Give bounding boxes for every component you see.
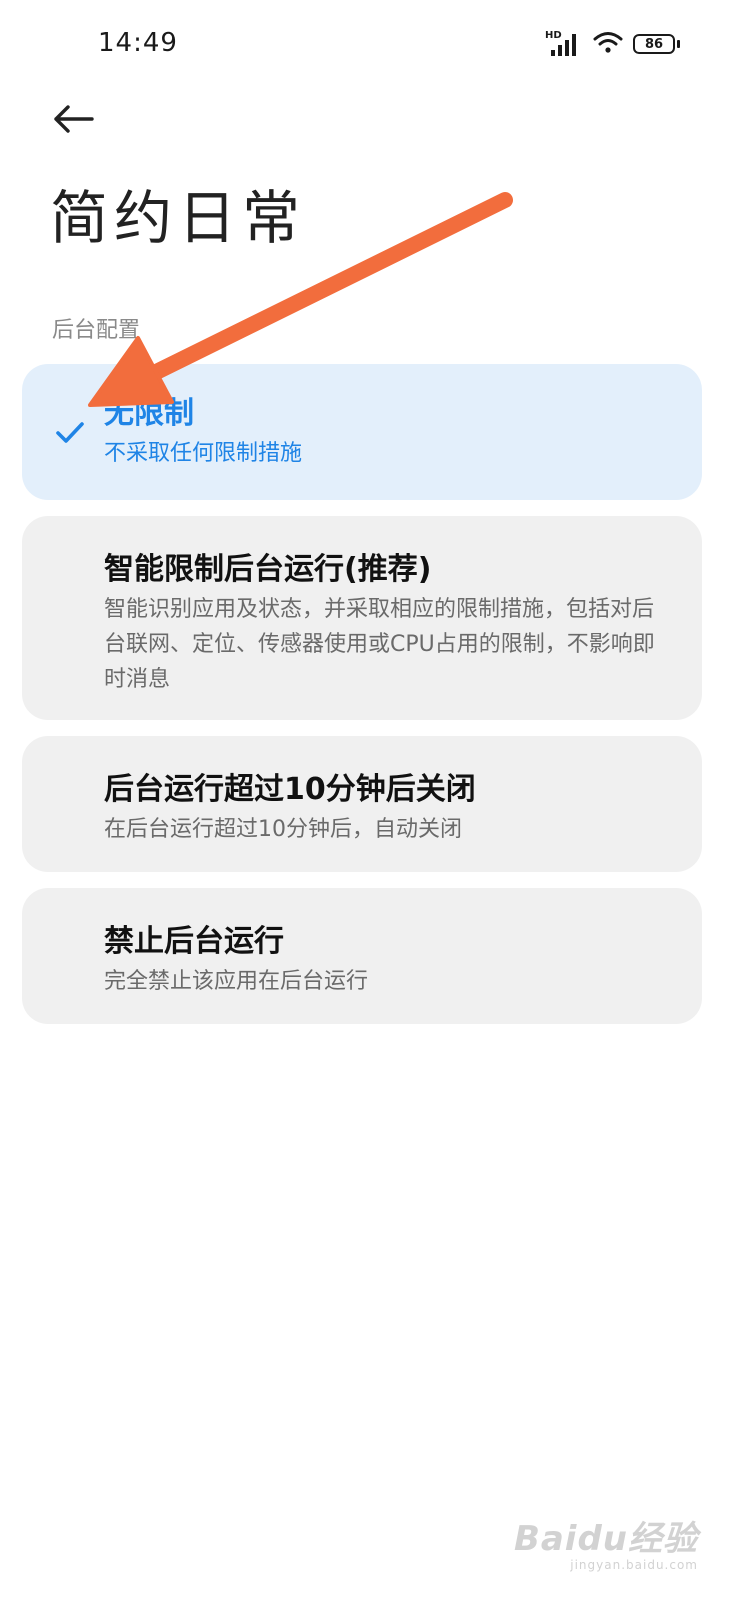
hd-label: HD: [545, 30, 562, 41]
option-close-after-10-min[interactable]: 后台运行超过10分钟后关闭 在后台运行超过10分钟后，自动关闭: [22, 736, 702, 872]
watermark: Baidu经验 jingyan.baidu.com: [514, 1511, 698, 1572]
page-title: 简约日常: [50, 184, 307, 252]
battery-tip: [677, 40, 680, 48]
option-description: 智能识别应用及状态，并采取相应的限制措施，包括对后台联网、定位、传感器使用或CP…: [104, 597, 655, 692]
wifi-icon: [593, 30, 623, 58]
cellular-signal-icon: HD: [545, 30, 583, 58]
option-title: 无限制: [104, 396, 194, 431]
option-description: 不采取任何限制措施: [104, 441, 303, 466]
checkmark-icon: [56, 422, 84, 443]
battery-icon: 86: [633, 34, 680, 54]
option-title: 智能限制后台运行(推荐): [104, 552, 432, 587]
option-title: 禁止后台运行: [104, 924, 284, 959]
back-button[interactable]: [48, 96, 98, 142]
option-description: 完全禁止该应用在后台运行: [104, 969, 369, 994]
battery-level: 86: [633, 34, 675, 54]
arrow-left-icon: [54, 105, 94, 133]
option-smart-restrict[interactable]: 智能限制后台运行(推荐) 智能识别应用及状态，并采取相应的限制措施，包括对后台联…: [22, 516, 702, 720]
status-icons: HD 86: [545, 30, 680, 58]
option-unrestricted[interactable]: 无限制 不采取任何限制措施: [22, 364, 702, 500]
option-forbid-background[interactable]: 禁止后台运行 完全禁止该应用在后台运行: [22, 888, 702, 1024]
background-config-options: 无限制 不采取任何限制措施 智能限制后台运行(推荐) 智能识别应用及状态，并采取…: [22, 364, 702, 1040]
watermark-logo: Baidu经验: [513, 1519, 698, 1559]
section-label: 后台配置: [52, 318, 141, 343]
status-bar: 14:49 HD 86: [0, 0, 738, 90]
option-description: 在后台运行超过10分钟后，自动关闭: [104, 817, 462, 842]
option-title: 后台运行超过10分钟后关闭: [104, 772, 476, 807]
status-time: 14:49: [98, 28, 178, 58]
watermark-url: jingyan.baidu.com: [570, 1558, 698, 1572]
